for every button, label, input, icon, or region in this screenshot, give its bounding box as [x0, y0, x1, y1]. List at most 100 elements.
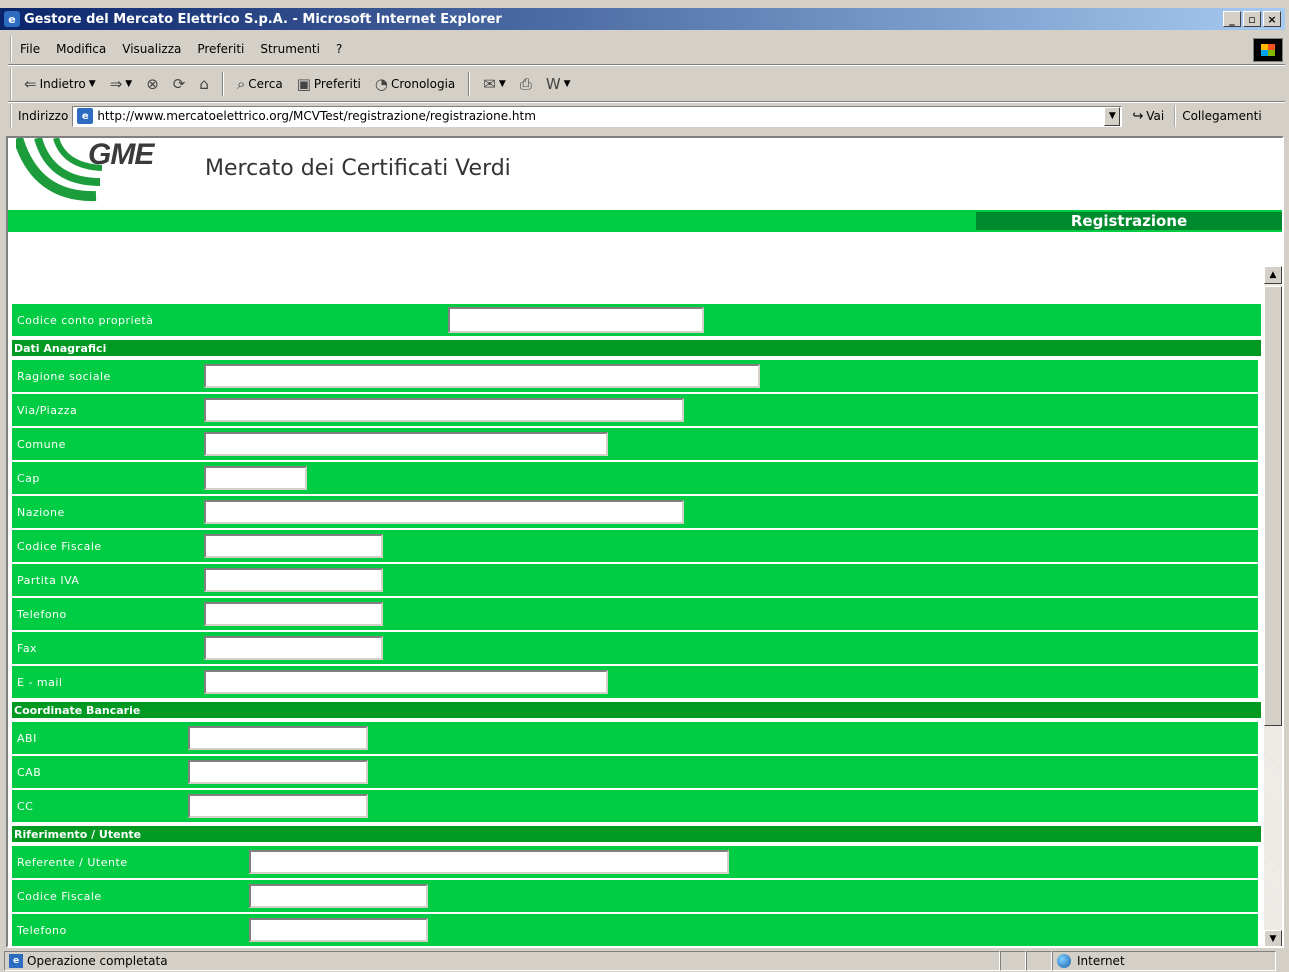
- history-button[interactable]: ◔ Cronologia: [371, 73, 459, 95]
- email-input[interactable]: [204, 670, 608, 694]
- form-row: Ragione sociale: [12, 360, 1258, 392]
- print-icon: ⎙: [519, 75, 532, 93]
- stop-button[interactable]: ⊗: [142, 73, 163, 95]
- minimize-button[interactable]: _: [1223, 11, 1241, 27]
- windows-logo-icon: [1253, 38, 1283, 62]
- codice-conto-input[interactable]: [448, 307, 704, 333]
- menu-file[interactable]: File: [12, 42, 48, 56]
- print-button[interactable]: ⎙: [516, 73, 536, 95]
- menu-preferiti[interactable]: Preferiti: [189, 42, 252, 56]
- form-row: Nazione: [12, 496, 1258, 528]
- field-label: Telefono: [17, 923, 67, 937]
- refresh-button[interactable]: ⟳: [169, 73, 190, 95]
- via-piazza-input[interactable]: [204, 398, 684, 422]
- field-label: E - mail: [17, 675, 63, 689]
- globe-icon: [1057, 954, 1071, 968]
- edit-button[interactable]: W ▼: [542, 73, 575, 95]
- search-button[interactable]: ⌕ Cerca: [233, 73, 287, 95]
- section-title: Registrazione: [976, 212, 1282, 230]
- address-label: Indirizzo: [18, 109, 69, 123]
- field-label: Cap: [17, 471, 40, 485]
- field-label: Codice conto proprietà: [17, 313, 154, 327]
- form-row: Referente / Utente: [12, 846, 1258, 878]
- menu-visualizza[interactable]: Visualizza: [114, 42, 189, 56]
- scroll-up-button[interactable]: ▲: [1264, 266, 1282, 284]
- referente-input[interactable]: [249, 850, 729, 874]
- page-icon: e: [77, 108, 94, 124]
- nav-bar: Registrazione: [8, 210, 1282, 232]
- chevron-down-icon[interactable]: ▼: [125, 79, 132, 89]
- section-header: Dati Anagrafici: [12, 340, 1261, 356]
- browser-window: e Gestore del Mercato Elettrico S.p.A. -…: [0, 0, 1289, 972]
- forward-arrow-icon: ⇒: [109, 75, 123, 93]
- ragione-sociale-input[interactable]: [204, 364, 760, 388]
- field-label: Via/Piazza: [17, 403, 78, 417]
- go-arrow-icon: ↪: [1132, 108, 1144, 124]
- partita-iva-input[interactable]: [204, 568, 383, 592]
- page-viewport: GME Mercato dei Certificati Verdi Regist…: [6, 136, 1284, 948]
- field-label: CAB: [17, 765, 42, 779]
- form-row: Partita IVA: [12, 564, 1258, 596]
- address-dropdown-button[interactable]: ▼: [1104, 106, 1121, 126]
- status-slot: [1026, 951, 1052, 971]
- edit-icon: W: [545, 75, 561, 93]
- chevron-down-icon[interactable]: ▼: [89, 79, 96, 89]
- address-bar: Indirizzo e http://www.mercatoelettrico.…: [10, 104, 1285, 128]
- form-row: Telefono: [12, 914, 1258, 946]
- forward-button[interactable]: ⇒ ▼: [106, 73, 137, 95]
- form-row: CAB: [12, 756, 1258, 788]
- links-button[interactable]: Collegamenti: [1174, 105, 1262, 127]
- mail-button[interactable]: ✉ ▼: [479, 73, 510, 95]
- field-label: CC: [17, 799, 34, 813]
- ie-icon: e: [4, 11, 20, 27]
- codice-fiscale-input[interactable]: [204, 534, 383, 558]
- go-button[interactable]: ↪ Vai: [1132, 109, 1164, 124]
- address-url: http://www.mercatoelettrico.org/MCVTest/…: [97, 109, 536, 123]
- maximize-button[interactable]: ▫: [1243, 11, 1261, 27]
- close-button[interactable]: ×: [1263, 11, 1281, 27]
- menu-help[interactable]: ?: [328, 42, 350, 56]
- menu-modifica[interactable]: Modifica: [48, 42, 114, 56]
- comune-input[interactable]: [204, 432, 608, 456]
- field-label: Referente / Utente: [17, 855, 128, 869]
- favorites-button[interactable]: ▣ Preferiti: [293, 73, 365, 95]
- field-label: Comune: [17, 437, 66, 451]
- scroll-thumb[interactable]: [1264, 286, 1282, 726]
- referente-codice-fiscale-input[interactable]: [249, 884, 428, 908]
- referente-telefono-input[interactable]: [249, 918, 428, 942]
- fax-input[interactable]: [204, 636, 383, 660]
- section-header: Coordinate Bancarie: [12, 702, 1261, 718]
- cab-input[interactable]: [188, 760, 368, 784]
- page-scrollbar[interactable]: ▲ ▼: [1264, 266, 1282, 946]
- address-input[interactable]: e http://www.mercatoelettrico.org/MCVTes…: [72, 105, 1123, 127]
- zone-indicator: Internet: [1052, 951, 1276, 971]
- title-bar: e Gestore del Mercato Elettrico S.p.A. -…: [0, 8, 1285, 30]
- back-button[interactable]: ⇐ Indietro ▼: [20, 73, 100, 95]
- chevron-down-icon: ▼: [498, 79, 506, 89]
- home-button[interactable]: ⌂: [195, 73, 213, 95]
- site-header: GME Mercato dei Certificati Verdi: [8, 138, 1282, 210]
- form-row: Codice conto proprietà: [12, 304, 1261, 336]
- cap-input[interactable]: [204, 466, 307, 490]
- form-row: CC: [12, 790, 1258, 822]
- status-slot: [1000, 951, 1026, 971]
- history-icon: ◔: [374, 75, 388, 93]
- menu-bar: File Modifica Visualizza Preferiti Strum…: [10, 36, 1285, 62]
- page-icon: e: [9, 954, 23, 968]
- telefono-input[interactable]: [204, 602, 383, 626]
- cc-input[interactable]: [188, 794, 368, 818]
- form-row: Via/Piazza: [12, 394, 1258, 426]
- status-text-area: e Operazione completata: [4, 951, 1000, 971]
- field-label: Ragione sociale: [17, 369, 111, 383]
- form-row: Codice Fiscale: [12, 530, 1258, 562]
- nazione-input[interactable]: [204, 500, 684, 524]
- form-row: Comune: [12, 428, 1258, 460]
- form-row: ABI: [12, 722, 1258, 754]
- field-label: Codice Fiscale: [17, 539, 102, 553]
- status-text: Operazione completata: [27, 954, 168, 968]
- scroll-down-button[interactable]: ▼: [1264, 930, 1282, 946]
- form-row: Telefono: [12, 598, 1258, 630]
- menu-strumenti[interactable]: Strumenti: [252, 42, 328, 56]
- abi-input[interactable]: [188, 726, 368, 750]
- toolbar: ⇐ Indietro ▼ ⇒ ▼ ⊗ ⟳ ⌂ ⌕ Cerca ▣ Preferi…: [10, 68, 1285, 100]
